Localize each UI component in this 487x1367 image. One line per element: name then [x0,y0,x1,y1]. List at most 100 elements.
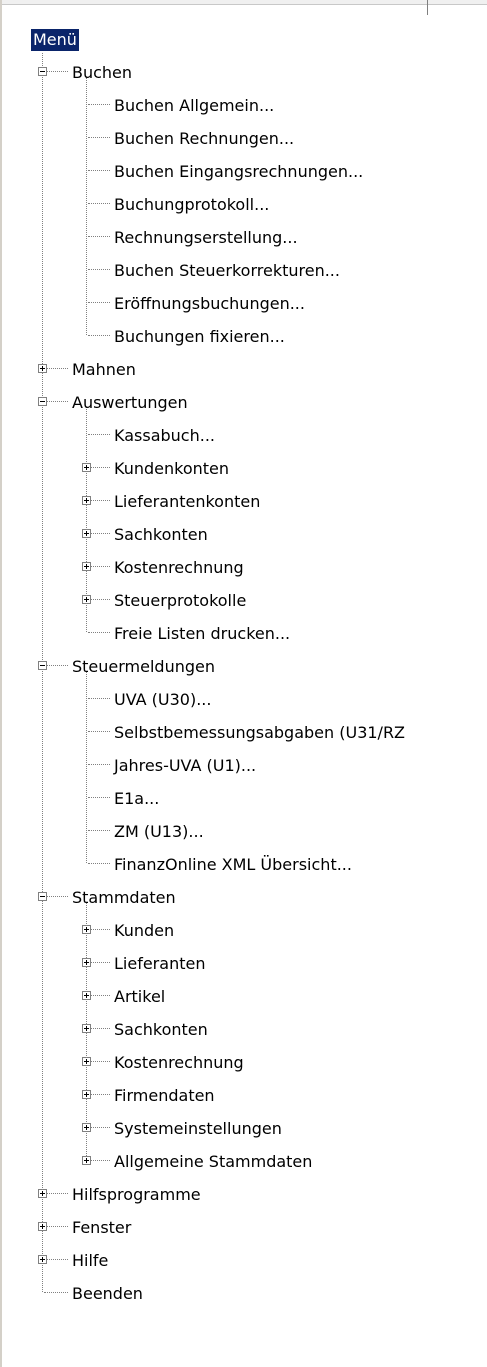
tree-item-label[interactable]: Kassabuch... [114,425,215,447]
tree-item-label[interactable]: Firmendaten [114,1085,215,1107]
expand-icon[interactable] [82,1057,91,1066]
tree-item[interactable]: Rechnungserstellung... [0,222,487,255]
tree-item[interactable]: Buchen Allgemein... [0,90,487,123]
tree-item-label[interactable]: ZM (U13)... [114,821,204,843]
tree-item-label[interactable]: Buchungprotokoll... [114,194,269,216]
tree-item-label[interactable]: E1a... [114,788,159,810]
expand-icon[interactable] [82,958,91,967]
tree-item-label[interactable]: Steuerprotokolle [114,590,246,612]
expand-icon[interactable] [82,1024,91,1033]
tree-item[interactable]: Buchungprotokoll... [0,189,487,222]
tree-item-label[interactable]: Systemeinstellungen [114,1118,282,1140]
tree-item-label[interactable]: Sachkonten [114,1019,208,1041]
tree-item[interactable]: Buchen Steuerkorrekturen... [0,255,487,288]
tree-item-label[interactable]: Jahres-UVA (U1)... [114,755,256,777]
tree-item[interactable]: Kostenrechnung [0,552,487,585]
tree-item-label[interactable]: Hilfe [72,1250,108,1272]
tree-item[interactable]: Buchen Rechnungen... [0,123,487,156]
tree-item-label[interactable]: Mahnen [72,359,136,381]
expand-icon[interactable] [82,991,91,1000]
tree-item-label[interactable]: Lieferantenkonten [114,491,260,513]
tree-item-label[interactable]: Hilfsprogramme [72,1184,201,1206]
expand-icon[interactable] [82,1123,91,1132]
tree-item[interactable]: E1a... [0,783,487,816]
tree-item-label[interactable]: Allgemeine Stammdaten [114,1151,312,1173]
tree-item[interactable]: Auswertungen [0,387,487,420]
tree-item-label[interactable]: Freie Listen drucken... [114,623,290,645]
tree-item[interactable]: Systemeinstellungen [0,1113,487,1146]
tree-item[interactable]: Artikel [0,981,487,1014]
expand-icon[interactable] [82,925,91,934]
tree-item[interactable]: FinanzOnline XML Übersicht... [0,849,487,882]
tree-item-label[interactable]: Buchungen fixieren... [114,326,285,348]
expand-icon[interactable] [38,1189,47,1198]
tree-item-label[interactable]: Kostenrechnung [114,1052,244,1074]
tree-item-label[interactable]: Sachkonten [114,524,208,546]
tree-item[interactable]: Allgemeine Stammdaten [0,1146,487,1179]
tree-item-label[interactable]: Stammdaten [72,887,176,909]
tree-item[interactable]: Lieferanten [0,948,487,981]
tree-item[interactable]: Fenster [0,1212,487,1245]
expand-icon[interactable] [82,1090,91,1099]
tree-root-label[interactable]: Menü [31,29,79,51]
tree-item-label[interactable]: Selbstbemessungsabgaben (U31/RZ [114,722,405,744]
collapse-icon[interactable] [38,892,47,901]
tree-item[interactable]: Stammdaten [0,882,487,915]
tree-connector [47,1226,68,1228]
tree-item[interactable]: Lieferantenkonten [0,486,487,519]
tree-item-label[interactable]: Lieferanten [114,953,205,975]
tree-item-label[interactable]: Eröffnungsbuchungen... [114,293,305,315]
collapse-icon[interactable] [38,661,47,670]
tree-item[interactable]: Kundenkonten [0,453,487,486]
expand-icon[interactable] [82,595,91,604]
tree-item-label[interactable]: Steuermeldungen [72,656,215,678]
tree-item-label[interactable]: Rechnungserstellung... [114,227,298,249]
tree-item[interactable]: Steuerprotokolle [0,585,487,618]
tree-item[interactable]: Beenden [0,1278,487,1311]
tree-item[interactable]: UVA (U30)... [0,684,487,717]
expand-icon[interactable] [82,496,91,505]
tree-item[interactable]: Buchen [0,57,487,90]
expand-icon[interactable] [82,1156,91,1165]
tree-item[interactable]: ZM (U13)... [0,816,487,849]
collapse-icon[interactable] [38,67,47,76]
expand-icon[interactable] [82,463,91,472]
tree-item[interactable]: Firmendaten [0,1080,487,1113]
tree-item-label[interactable]: Fenster [72,1217,131,1239]
tree-item[interactable]: Kassabuch... [0,420,487,453]
tree-item-label[interactable]: Buchen Rechnungen... [114,128,294,150]
tree-item-label[interactable]: Buchen Allgemein... [114,95,274,117]
expand-icon[interactable] [82,562,91,571]
tree-item[interactable]: Hilfe [0,1245,487,1278]
expand-icon[interactable] [82,529,91,538]
tree-item-label[interactable]: FinanzOnline XML Übersicht... [114,854,352,876]
tree-item[interactable]: Kunden [0,915,487,948]
tree-root-menu[interactable]: Menü [0,24,487,57]
tree-item[interactable]: Mahnen [0,354,487,387]
tree-item-label[interactable]: Buchen [72,62,132,84]
tree-item[interactable]: Steuermeldungen [0,651,487,684]
tree-item[interactable]: Jahres-UVA (U1)... [0,750,487,783]
tree-item[interactable]: Hilfsprogramme [0,1179,487,1212]
tree-item-label[interactable]: Kostenrechnung [114,557,244,579]
tree-item-label[interactable]: UVA (U30)... [114,689,211,711]
tree-item-label[interactable]: Artikel [114,986,165,1008]
tree-item-label[interactable]: Buchen Eingangsrechnungen... [114,161,363,183]
tree-item[interactable]: Sachkonten [0,1014,487,1047]
tree-item[interactable]: Buchungen fixieren... [0,321,487,354]
tree-item[interactable]: Freie Listen drucken... [0,618,487,651]
tree-item[interactable]: Sachkonten [0,519,487,552]
tree-item-label[interactable]: Buchen Steuerkorrekturen... [114,260,340,282]
expand-icon[interactable] [38,1222,47,1231]
expand-icon[interactable] [38,364,47,373]
collapse-icon[interactable] [38,397,47,406]
tree-item[interactable]: Buchen Eingangsrechnungen... [0,156,487,189]
tree-item-label[interactable]: Kunden [114,920,174,942]
tree-item[interactable]: Kostenrechnung [0,1047,487,1080]
tree-item-label[interactable]: Beenden [72,1283,143,1305]
tree-item-label[interactable]: Auswertungen [72,392,188,414]
tree-item[interactable]: Selbstbemessungsabgaben (U31/RZ [0,717,487,750]
tree-item-label[interactable]: Kundenkonten [114,458,229,480]
expand-icon[interactable] [38,1255,47,1264]
tree-item[interactable]: Eröffnungsbuchungen... [0,288,487,321]
